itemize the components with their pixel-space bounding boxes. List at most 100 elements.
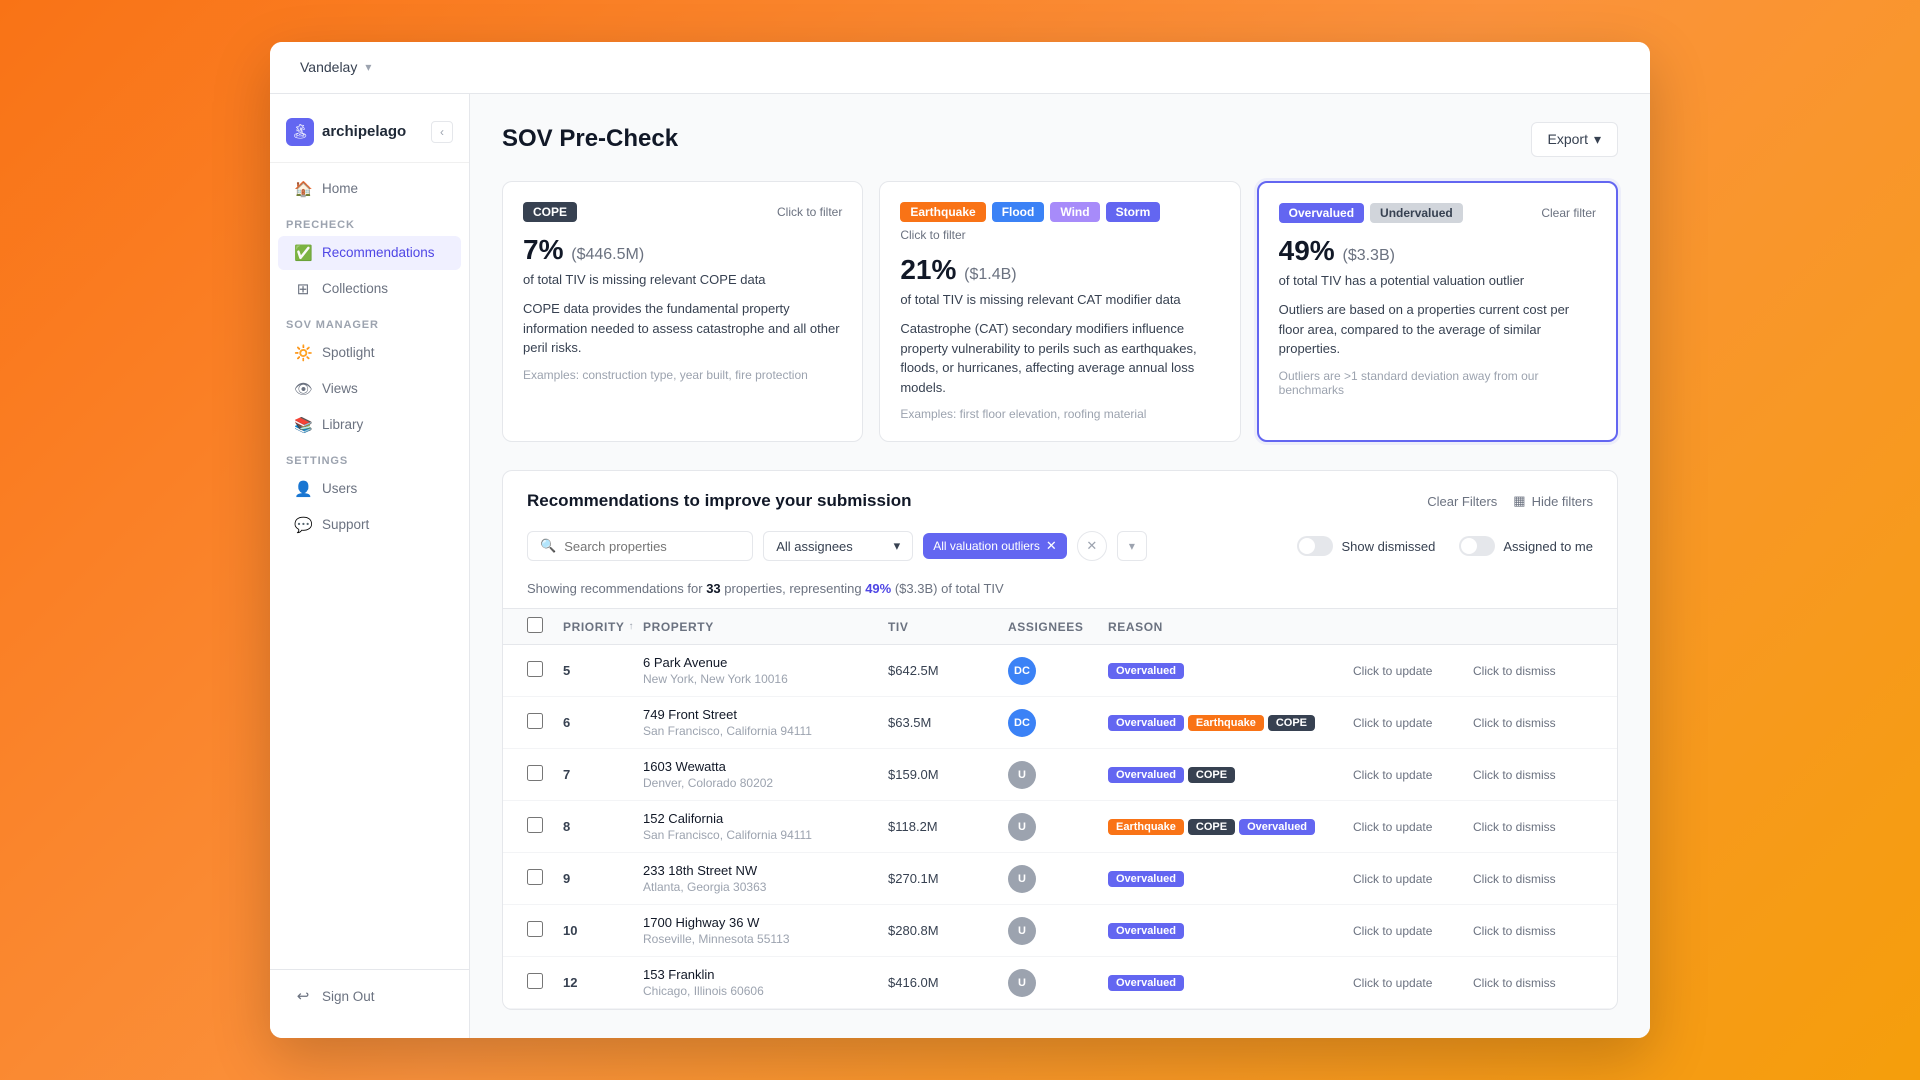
export-label: Export [1548, 131, 1588, 147]
update-cell: Click to update [1353, 715, 1473, 730]
click-to-dismiss-link[interactable]: Click to dismiss [1473, 872, 1556, 886]
logo-icon: 🏝 [286, 118, 314, 146]
click-to-dismiss-link[interactable]: Click to dismiss [1473, 976, 1556, 990]
reason-tag-cope: COPE [1268, 715, 1315, 731]
cope-summary-card: COPE Click to filter 7% ($446.5M) of tot… [502, 181, 863, 443]
click-to-dismiss-link[interactable]: Click to dismiss [1473, 768, 1556, 782]
reason-column-header[interactable]: Reason [1108, 617, 1353, 636]
row-checkbox-3[interactable] [527, 765, 543, 781]
sidebar-item-collections[interactable]: ⊞ Collections [278, 272, 461, 306]
assigned-to-me-toggle[interactable] [1459, 536, 1495, 556]
click-to-update-link[interactable]: Click to update [1353, 664, 1432, 678]
sov-manager-section-label: SOV MANAGER [270, 307, 469, 335]
export-button[interactable]: Export ▾ [1531, 122, 1619, 157]
support-icon: 💬 [294, 516, 312, 534]
clear-filters-button[interactable]: Clear Filters [1427, 494, 1497, 509]
views-icon: 👁 [294, 380, 312, 398]
sidebar-item-views[interactable]: 👁 Views [278, 372, 461, 406]
search-input[interactable] [564, 539, 740, 554]
org-selector[interactable]: Vandelay ▾ [290, 53, 381, 81]
sign-out-icon: ↩ [294, 987, 312, 1005]
assignee-select[interactable]: All assignees ▾ [763, 531, 913, 561]
sidebar-item-home[interactable]: 🏠 Home [278, 172, 461, 206]
valuation-summary-card: Overvalued Undervalued Clear filter 49% … [1257, 181, 1618, 443]
assignee-avatar: U [1008, 917, 1036, 945]
hide-filters-button[interactable]: ▦ Hide filters [1513, 493, 1593, 509]
assignee-avatar: DC [1008, 657, 1036, 685]
support-label: Support [322, 517, 369, 532]
assignee-cell: U [1008, 969, 1108, 997]
click-to-update-link[interactable]: Click to update [1353, 872, 1432, 886]
click-to-dismiss-link[interactable]: Click to dismiss [1473, 716, 1556, 730]
sidebar-item-recommendations[interactable]: ✅ Recommendations [278, 236, 461, 270]
org-chevron-icon: ▾ [365, 60, 371, 74]
tiv-column-header[interactable]: TIV [888, 617, 1008, 636]
reason-cell: Overvalued COPE [1108, 767, 1353, 783]
filter-chip-close[interactable]: ✕ [1046, 538, 1057, 554]
search-box[interactable]: 🔍 [527, 531, 753, 561]
click-to-update-link[interactable]: Click to update [1353, 820, 1432, 834]
priority-cell: 5 [563, 663, 643, 678]
click-to-update-link[interactable]: Click to update [1353, 716, 1432, 730]
active-filter-chip: All valuation outliers ✕ [923, 533, 1067, 559]
cat-filter-link[interactable]: Click to filter [900, 228, 965, 242]
assignee-cell: U [1008, 813, 1108, 841]
sidebar-item-spotlight[interactable]: 🔆 Spotlight [278, 336, 461, 370]
spotlight-icon: 🔆 [294, 344, 312, 362]
row-checkbox-4[interactable] [527, 817, 543, 833]
assignee-select-label: All assignees [776, 539, 853, 554]
summary-cards: COPE Click to filter 7% ($446.5M) of tot… [502, 181, 1618, 443]
valuation-stat: 49% ($3.3B) [1279, 235, 1596, 267]
priority-column-header[interactable]: Priority ↑ [563, 617, 643, 636]
click-to-update-link[interactable]: Click to update [1353, 924, 1432, 938]
sidebar-item-users[interactable]: 👤 Users [278, 472, 461, 506]
click-to-update-link[interactable]: Click to update [1353, 976, 1432, 990]
click-to-dismiss-link[interactable]: Click to dismiss [1473, 924, 1556, 938]
flood-tag: Flood [992, 202, 1045, 222]
click-to-update-link[interactable]: Click to update [1353, 768, 1432, 782]
reason-tag-overvalued: Overvalued [1108, 975, 1184, 991]
show-dismissed-toggle[interactable] [1297, 536, 1333, 556]
valuation-desc: Outliers are based on a properties curre… [1279, 300, 1596, 359]
select-all-checkbox[interactable] [527, 617, 543, 633]
cope-filter-link[interactable]: Click to filter [777, 205, 842, 219]
expand-button[interactable]: ▾ [1117, 531, 1147, 561]
filter-circle-button[interactable]: ✕ [1077, 531, 1107, 561]
sidebar-item-library[interactable]: 📚 Library [278, 408, 461, 442]
row-checkbox-1[interactable] [527, 661, 543, 677]
assignees-column-header[interactable]: Assignees [1008, 617, 1108, 636]
click-to-dismiss-link[interactable]: Click to dismiss [1473, 820, 1556, 834]
update-cell: Click to update [1353, 871, 1473, 886]
sidebar-collapse-button[interactable]: ‹ [431, 121, 453, 143]
valuation-clear-filter-link[interactable]: Clear filter [1541, 206, 1596, 220]
filters-row: 🔍 All assignees ▾ All valuation outliers… [503, 523, 1617, 573]
org-name: Vandelay [300, 59, 357, 75]
reason-tag-earthquake: Earthquake [1108, 819, 1184, 835]
priority-sort-icon: ↑ [628, 621, 634, 632]
row-checkbox-5[interactable] [527, 869, 543, 885]
recommendations-label: Recommendations [322, 245, 435, 260]
recommendations-title: Recommendations to improve your submissi… [527, 491, 911, 511]
row-checkbox-7[interactable] [527, 973, 543, 989]
dismiss-cell: Click to dismiss [1473, 715, 1593, 730]
cope-desc: COPE data provides the fundamental prope… [523, 299, 842, 358]
sidebar-item-support[interactable]: 💬 Support [278, 508, 461, 542]
assignee-avatar: U [1008, 761, 1036, 789]
click-to-dismiss-link[interactable]: Click to dismiss [1473, 664, 1556, 678]
sidebar-item-sign-out[interactable]: ↩ Sign Out [278, 979, 461, 1013]
dismiss-cell: Click to dismiss [1473, 663, 1593, 678]
showing-text: Showing recommendations for 33 propertie… [503, 573, 1617, 608]
content-area: SOV Pre-Check Export ▾ COPE Click to fil… [470, 94, 1650, 1039]
tiv-cell: $642.5M [888, 663, 1008, 678]
reason-tag-cope: COPE [1188, 819, 1235, 835]
table-row: 8 152 California San Francisco, Californ… [503, 801, 1617, 853]
row-checkbox-6[interactable] [527, 921, 543, 937]
priority-cell: 9 [563, 871, 643, 886]
row-checkbox-2[interactable] [527, 713, 543, 729]
property-column-header[interactable]: Property [643, 617, 888, 636]
earthquake-tag: Earthquake [900, 202, 985, 222]
precheck-section-label: PRECHECK [270, 207, 469, 235]
update-cell: Click to update [1353, 923, 1473, 938]
reason-cell: Earthquake COPE Overvalued [1108, 819, 1353, 835]
reason-tag-overvalued: Overvalued [1239, 819, 1315, 835]
